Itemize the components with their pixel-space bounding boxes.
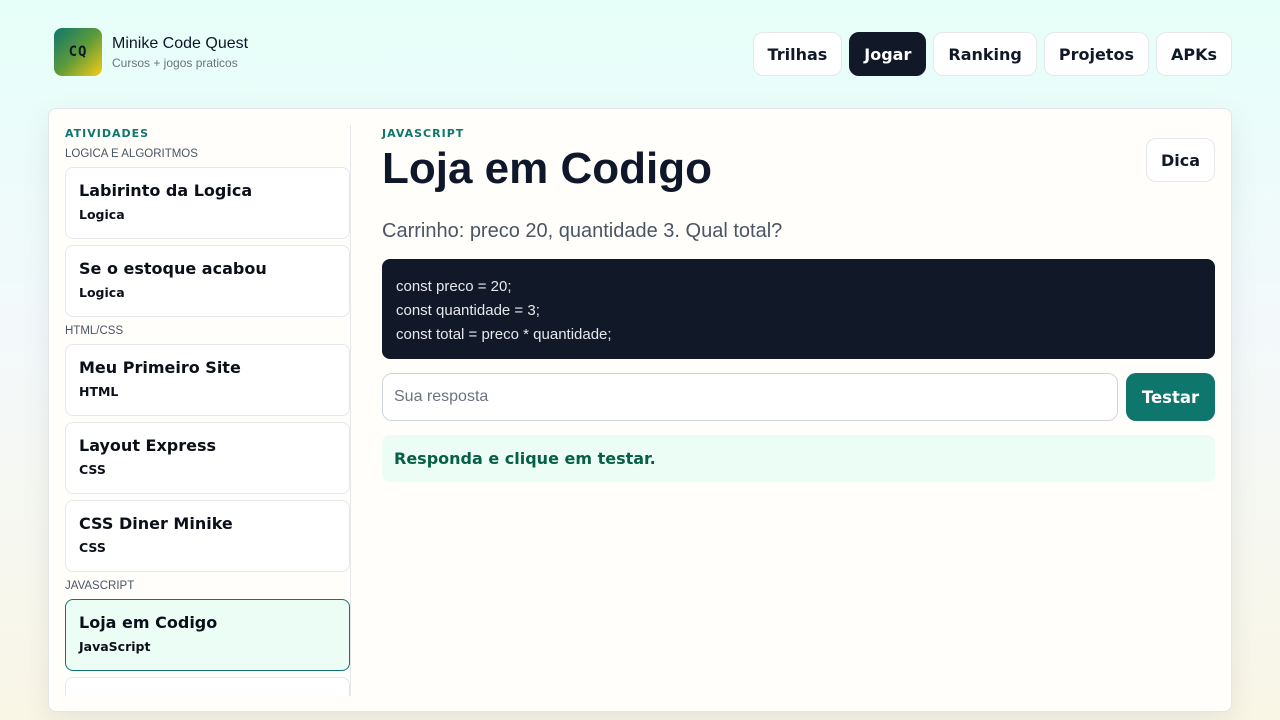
answer-input[interactable] xyxy=(382,373,1118,421)
activity-tag: Logica xyxy=(79,285,125,300)
activity-title: Layout Express xyxy=(79,436,217,455)
hint-button[interactable]: Dica xyxy=(1145,138,1215,182)
activity-tag: CSS xyxy=(79,540,106,555)
group-label-html-css: HTML/CSS xyxy=(65,325,124,337)
activity-language: JAVASCRIPT xyxy=(382,127,465,140)
group-label-javascript: JAVASCRIPT xyxy=(65,580,135,592)
code-line: const quantidade = 3; xyxy=(396,302,540,319)
activity-loja-em-codigo[interactable]: Loja em Codigo JavaScript xyxy=(65,599,350,671)
nav-jogar[interactable]: Jogar xyxy=(849,32,927,76)
app-header: CQ Minike Code Quest Cursos + jogos prat… xyxy=(54,28,1232,76)
answer-row: Testar xyxy=(382,373,1215,421)
code-block: const preco = 20; const quantidade = 3; … xyxy=(382,259,1215,359)
activity-meu-primeiro-site[interactable]: Meu Primeiro Site HTML xyxy=(65,344,350,416)
activity-tag: Logica xyxy=(79,207,125,222)
activity-css-diner-minike[interactable]: CSS Diner Minike CSS xyxy=(65,500,350,572)
activity-layout-express[interactable]: Layout Express CSS xyxy=(65,422,350,494)
brand[interactable]: CQ Minike Code Quest Cursos + jogos prat… xyxy=(54,28,248,76)
nav-trilhas[interactable]: Trilhas xyxy=(752,32,843,76)
activity-title: Labirinto da Logica xyxy=(79,181,253,200)
code-line: const total = preco * quantidade; xyxy=(396,326,612,343)
game-panel: ATIVIDADES LOGICA E ALGORITMOS Labirinto… xyxy=(48,108,1232,712)
activity-title-heading: Loja em Codigo xyxy=(382,144,712,193)
code-line: const preco = 20; xyxy=(396,278,512,295)
activity-tag: JavaScript xyxy=(79,639,151,654)
app-title: Minike Code Quest xyxy=(112,34,249,52)
activity-tag: HTML xyxy=(79,384,119,399)
activity-title: Meu Primeiro Site xyxy=(79,358,241,377)
activity-title: CSS Diner Minike xyxy=(79,514,233,533)
activity-main: JAVASCRIPT Loja em Codigo Dica Carrinho:… xyxy=(382,125,1215,482)
feedback-message: Responda e clique em testar. xyxy=(382,435,1215,482)
nav-ranking[interactable]: Ranking xyxy=(933,32,1037,76)
question-text: Carrinho: preco 20, quantidade 3. Qual t… xyxy=(382,220,783,242)
activity-labirinto-da-logica[interactable]: Labirinto da Logica Logica xyxy=(65,167,350,239)
nav-projetos[interactable]: Projetos xyxy=(1043,32,1149,76)
sidebar-heading: ATIVIDADES xyxy=(65,127,150,140)
title-row: Loja em Codigo Dica xyxy=(382,138,1215,194)
test-button[interactable]: Testar xyxy=(1126,373,1215,421)
group-label-logica: LOGICA E ALGORITMOS xyxy=(65,148,198,160)
main-nav: Trilhas Jogar Ranking Projetos APKs xyxy=(752,32,1232,76)
activity-title: Se o estoque acabou xyxy=(79,259,267,278)
nav-apks[interactable]: APKs xyxy=(1155,32,1232,76)
activity-title: Loja em Codigo xyxy=(79,613,218,632)
app-subtitle: Cursos + jogos praticos xyxy=(112,55,238,70)
logo: CQ xyxy=(54,28,102,76)
activity-tag: CSS xyxy=(79,462,106,477)
activity-se-o-estoque-acabou[interactable]: Se o estoque acabou Logica xyxy=(65,245,350,317)
activity-sidebar[interactable]: ATIVIDADES LOGICA E ALGORITMOS Labirinto… xyxy=(65,125,351,696)
brand-text: Minike Code Quest Cursos + jogos pratico… xyxy=(112,35,248,70)
activity-next-partial[interactable] xyxy=(65,677,350,696)
